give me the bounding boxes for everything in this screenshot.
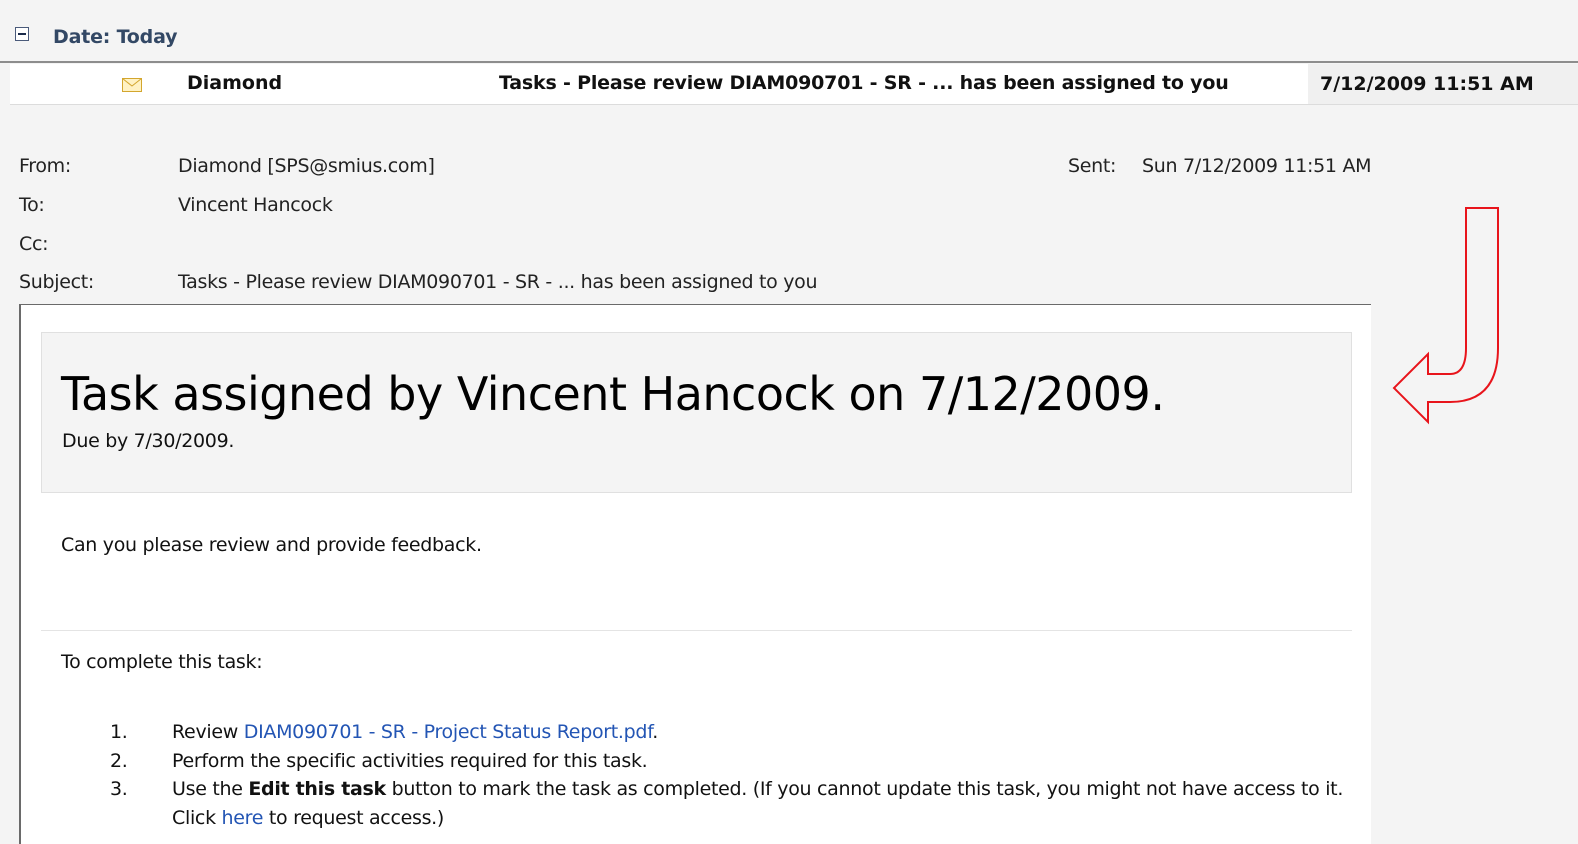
step-text: Review xyxy=(172,721,244,743)
step-item: 1. Review DIAM090701 - SR - Project Statu… xyxy=(61,718,1351,747)
subject-label: Subject: xyxy=(19,271,95,293)
group-header: Date: Today xyxy=(0,21,1578,63)
subject-value: Tasks - Please review DIAM090701 - SR - … xyxy=(178,271,818,293)
step-number: 1. xyxy=(110,721,128,743)
edit-task-button-name: Edit this task xyxy=(248,778,386,800)
collapse-icon[interactable] xyxy=(15,27,29,41)
message-body: Task assigned by Vincent Hancock on 7/12… xyxy=(19,304,1371,844)
step-item: 2. Perform the specific activities requir… xyxy=(61,747,1351,776)
row-received: 7/12/2009 11:51 AM xyxy=(1308,64,1578,104)
divider xyxy=(41,630,1352,631)
row-from: Diamond xyxy=(187,72,283,94)
step-item: 3. Use the Edit this task button to mark … xyxy=(61,775,1351,832)
mail-list-row[interactable]: Diamond Tasks - Please review DIAM090701… xyxy=(10,64,1578,105)
message-text: Can you please review and provide feedba… xyxy=(61,534,482,556)
complete-intro: To complete this task: xyxy=(61,651,263,673)
step-text: . xyxy=(652,721,658,743)
step-text: Perform the specific activities required… xyxy=(172,749,648,772)
document-link[interactable]: DIAM090701 - SR - Project Status Report.… xyxy=(244,721,653,743)
from-value[interactable]: Diamond [SPS@smius.com] xyxy=(178,155,435,177)
annotation-arrow-icon xyxy=(1392,207,1499,425)
sent-value: Sun 7/12/2009 11:51 AM xyxy=(1142,155,1370,177)
step-number: 3. xyxy=(110,778,128,800)
request-access-link[interactable]: here xyxy=(222,807,264,829)
task-title: Task assigned by Vincent Hancock on 7/12… xyxy=(61,367,1165,421)
to-value[interactable]: Vincent Hancock xyxy=(178,194,333,216)
step-text: Use the xyxy=(172,778,249,800)
step-number: 2. xyxy=(110,749,128,772)
task-banner: Task assigned by Vincent Hancock on 7/12… xyxy=(41,332,1352,493)
row-subject: Tasks - Please review DIAM090701 - SR - … xyxy=(499,72,1229,94)
cc-label: Cc: xyxy=(19,233,49,255)
task-due-date: Due by 7/30/2009. xyxy=(62,430,235,452)
sent-label: Sent: xyxy=(1068,155,1117,177)
steps-list: 1. Review DIAM090701 - SR - Project Statu… xyxy=(61,718,1351,832)
group-label: Date: Today xyxy=(53,26,178,48)
step-text: to request access.) xyxy=(263,806,445,829)
from-label: From: xyxy=(19,155,71,177)
envelope-icon xyxy=(122,78,142,92)
to-label: To: xyxy=(19,194,45,216)
